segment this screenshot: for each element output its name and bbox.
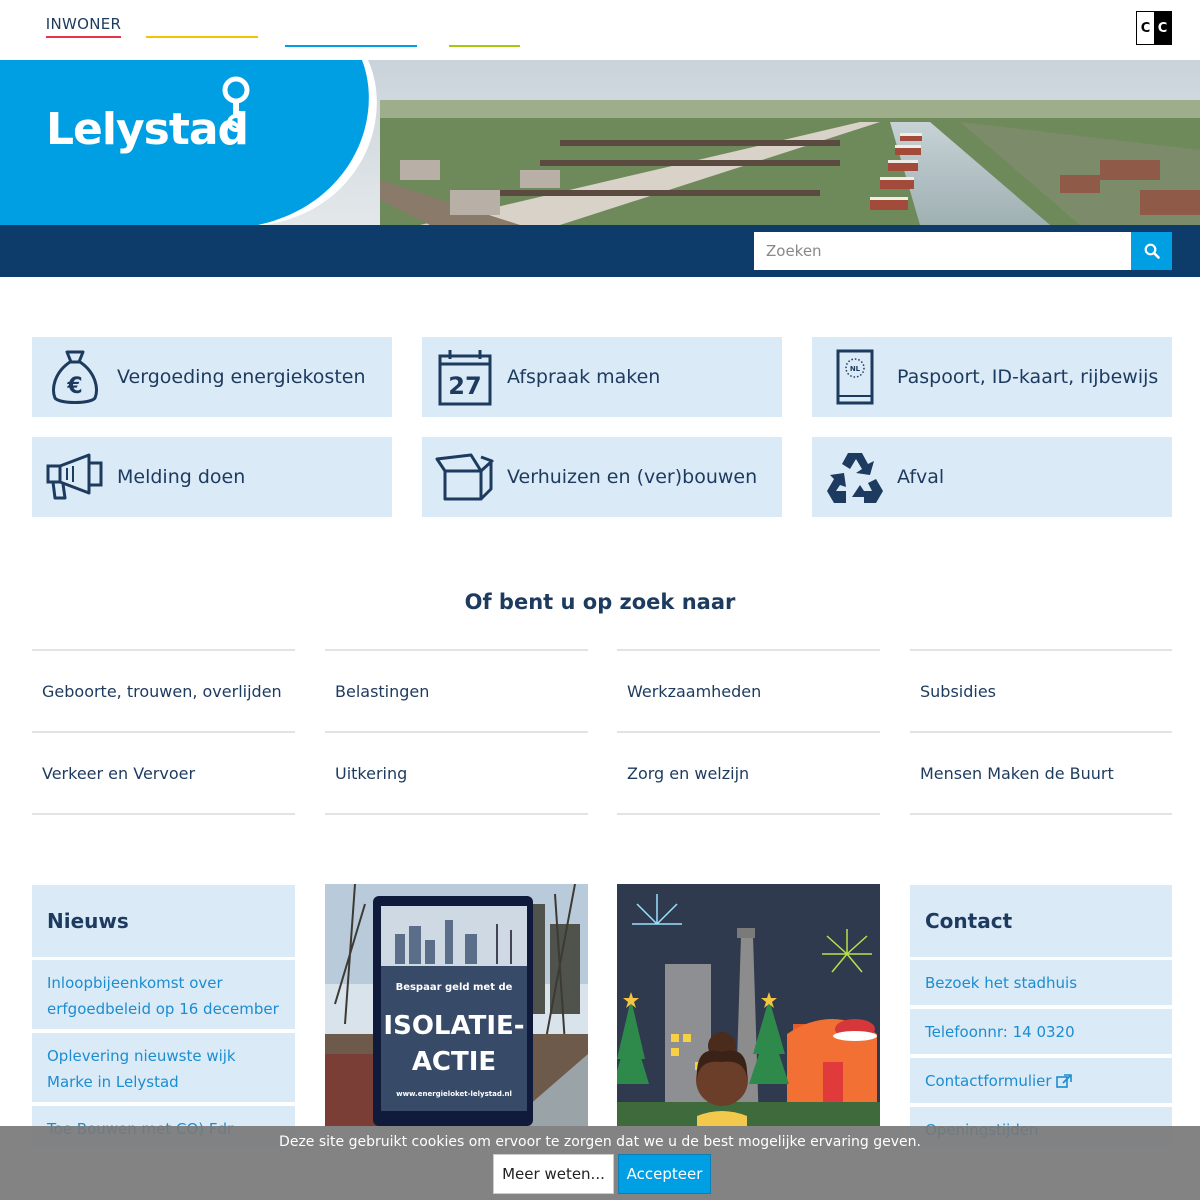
- tile-paspoort[interactable]: NL Paspoort, ID-kaart, rijbewijs: [812, 337, 1172, 417]
- contrast-toggle-button[interactable]: C C: [1136, 11, 1172, 45]
- tile-afval[interactable]: Afval: [812, 437, 1172, 517]
- divider: [617, 813, 880, 815]
- nav-item-label: STAD EN BESTUUR: [285, 6, 417, 47]
- lookup-link[interactable]: Geboorte, trouwen, overlijden: [32, 649, 295, 731]
- poster-headline: Bespaar geld met de: [396, 982, 513, 993]
- lookup-link[interactable]: Belastingen: [325, 649, 588, 731]
- poster-url: www.energieloket-lelystad.nl: [396, 1090, 512, 1098]
- tile-label: Afval: [897, 466, 945, 488]
- news-title: Nieuws: [32, 885, 295, 957]
- contrast-dark-label: C: [1154, 12, 1171, 44]
- poster-big-line2: ACTIE: [412, 1047, 496, 1077]
- tile-vergoeding-energiekosten[interactable]: € Vergoeding energiekosten: [32, 337, 392, 417]
- nav-item-inwoner[interactable]: INWONER: [34, 0, 133, 52]
- nav-item-stad-en-bestuur[interactable]: STAD EN BESTUUR: [285, 0, 417, 52]
- lookup-link[interactable]: Zorg en welzijn: [617, 731, 880, 813]
- contact-link-telefoon[interactable]: Telefoonnr: 14 0320: [910, 1009, 1172, 1054]
- svg-text:NL: NL: [849, 365, 860, 373]
- nav-item-label: INWONER: [45, 15, 122, 38]
- tile-label: Verhuizen en (ver)bouwen: [507, 466, 758, 488]
- cookie-accept-button[interactable]: Accepteer: [618, 1154, 711, 1194]
- lookup-heading: Of bent u op zoek naar: [464, 590, 736, 614]
- nav-item-ondernemen[interactable]: ONDERNEMEN: [146, 0, 258, 52]
- site-logo[interactable]: Lelystad: [46, 104, 249, 155]
- lookup-link[interactable]: Mensen Maken de Buurt: [910, 731, 1172, 813]
- header-banner: Lelystad: [0, 60, 1200, 225]
- external-link-icon: [1055, 1073, 1072, 1088]
- poster-big-line1: ISOLATIE-: [383, 1011, 524, 1041]
- news-photo-illustration[interactable]: [617, 884, 880, 1126]
- contact-link-stadhuis[interactable]: Bezoek het stadhuis: [910, 960, 1172, 1005]
- money-bag-euro-icon: €: [32, 337, 117, 417]
- tile-label: Paspoort, ID-kaart, rijbewijs: [897, 366, 1159, 388]
- recycle-icon: [812, 437, 897, 517]
- contact-title: Contact: [910, 885, 1172, 957]
- tile-label: Afspraak maken: [507, 366, 661, 388]
- tile-afspraak-maken[interactable]: 27 Afspraak maken: [422, 337, 782, 417]
- nav-item-label: VRIJE TIJD: [449, 6, 520, 47]
- passport-icon: NL: [812, 337, 897, 417]
- search-icon: [1144, 243, 1160, 259]
- nav-item-label: ONDERNEMEN: [146, 15, 258, 38]
- tile-label: Melding doen: [117, 466, 246, 488]
- cookie-more-info-button[interactable]: Meer weten...: [493, 1154, 614, 1194]
- search-input[interactable]: [754, 232, 1132, 270]
- contact-link-formulier[interactable]: Contactformulier: [910, 1058, 1172, 1103]
- search-button[interactable]: [1131, 232, 1172, 270]
- svg-text:€: €: [66, 374, 82, 399]
- nav-item-vrije-tijd[interactable]: VRIJE TIJD: [449, 0, 520, 52]
- cookie-message: Deze site gebruikt cookies om ervoor te …: [279, 1134, 921, 1150]
- tile-verhuizen[interactable]: Verhuizen en (ver)bouwen: [422, 437, 782, 517]
- divider: [32, 813, 295, 815]
- box-icon: [422, 437, 507, 517]
- svg-text:27: 27: [448, 372, 481, 400]
- news-item[interactable]: Oplevering nieuwste wijk Marke in Lelyst…: [32, 1033, 295, 1102]
- news-photo-isolatie[interactable]: Bespaar geld met de ISOLATIE- ACTIE www.…: [325, 884, 588, 1126]
- news-item[interactable]: Inloopbijeenkomst over erfgoedbeleid op …: [32, 960, 295, 1029]
- contact-link-label: Contactformulier: [925, 1071, 1052, 1090]
- cookie-consent-bar: Deze site gebruikt cookies om ervoor te …: [0, 1126, 1200, 1200]
- megaphone-icon: [32, 437, 117, 517]
- tile-label: Vergoeding energiekosten: [117, 366, 366, 388]
- divider: [910, 813, 1172, 815]
- lookup-link[interactable]: Subsidies: [910, 649, 1172, 731]
- calendar-icon: 27: [422, 337, 507, 417]
- tile-melding-doen[interactable]: Melding doen: [32, 437, 392, 517]
- divider: [325, 813, 588, 815]
- lookup-link[interactable]: Werkzaamheden: [617, 649, 880, 731]
- contrast-light-label: C: [1137, 12, 1154, 44]
- lookup-link[interactable]: Verkeer en Vervoer: [32, 731, 295, 813]
- lookup-link[interactable]: Uitkering: [325, 731, 588, 813]
